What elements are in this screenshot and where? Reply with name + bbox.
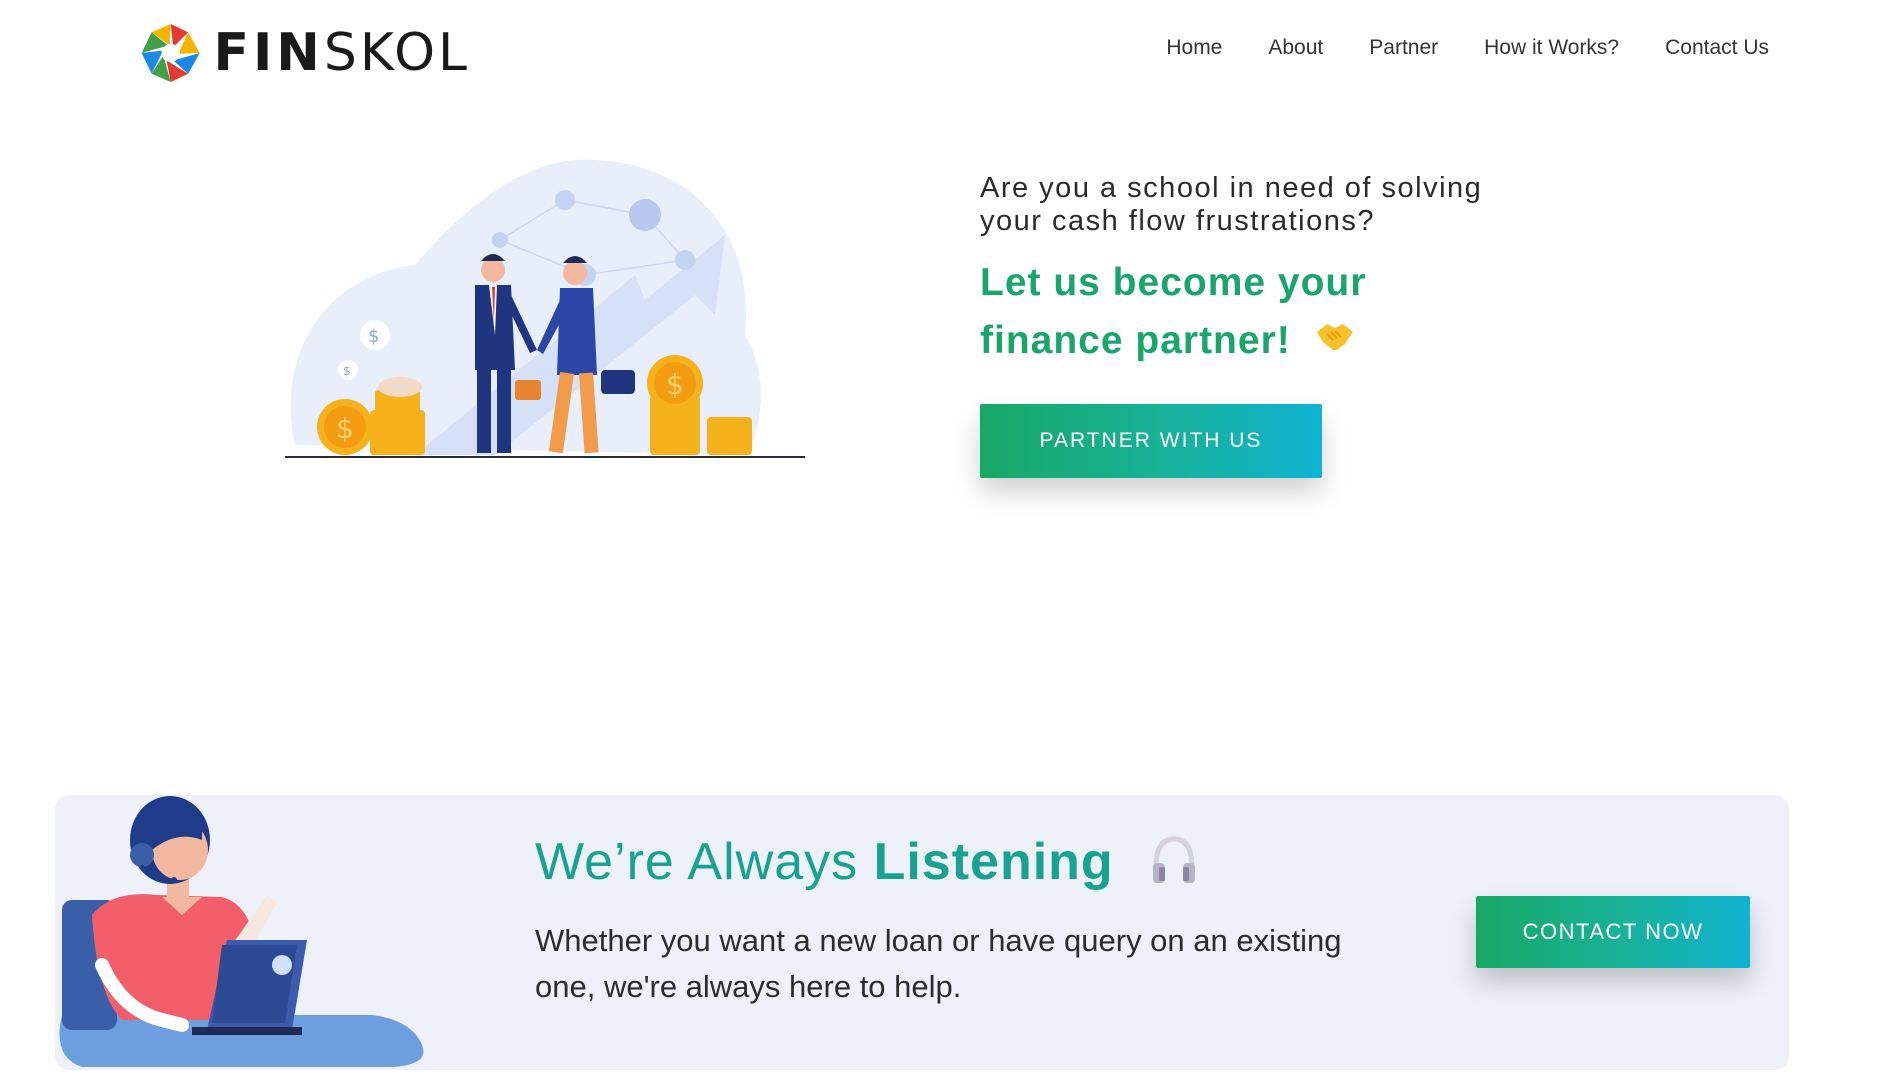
svg-text:$: $ — [336, 412, 354, 445]
nav-about[interactable]: About — [1268, 36, 1323, 60]
svg-text:$: $ — [343, 364, 351, 378]
svg-text:$: $ — [368, 326, 379, 347]
support-agent-illustration — [59, 796, 424, 1067]
contact-now-button[interactable]: CONTACT NOW — [1476, 896, 1750, 968]
listening-title-light: We’re Always — [535, 833, 859, 891]
main-nav: Home About Partner How it Works? Contact… — [1166, 36, 1769, 60]
hero-headline: Let us become your finance partner! — [980, 254, 1480, 372]
hero-headline-line2-wrap: finance partner! — [980, 312, 1480, 372]
nav-how-it-works[interactable]: How it Works? — [1484, 36, 1619, 60]
listening-body-text: Whether you want a new loan or have quer… — [535, 923, 1342, 1004]
brand-wordmark: FINSKOL — [213, 23, 470, 83]
handshake-icon — [1315, 314, 1355, 372]
svg-text:$: $ — [666, 368, 684, 401]
hero-headline-line2: finance partner! — [980, 319, 1291, 362]
partnership-illustration: $ $ $ $ — [285, 159, 805, 458]
partner-with-us-button[interactable]: PARTNER WITH US — [980, 404, 1322, 478]
hero-question: Are you a school in need of solving your… — [980, 172, 1483, 237]
aperture-logo-icon — [141, 23, 200, 83]
listening-title: We’re Always Listening — [535, 832, 1197, 898]
nav-home[interactable]: Home — [1166, 36, 1222, 60]
listening-title-bold: Listening — [873, 833, 1114, 891]
hero-headline-line1: Let us become your — [980, 261, 1367, 304]
nav-contact-us[interactable]: Contact Us — [1665, 36, 1769, 60]
brand-logo[interactable]: FINSKOL — [140, 14, 470, 92]
nav-partner[interactable]: Partner — [1369, 36, 1438, 60]
headphones-icon — [1151, 833, 1197, 898]
